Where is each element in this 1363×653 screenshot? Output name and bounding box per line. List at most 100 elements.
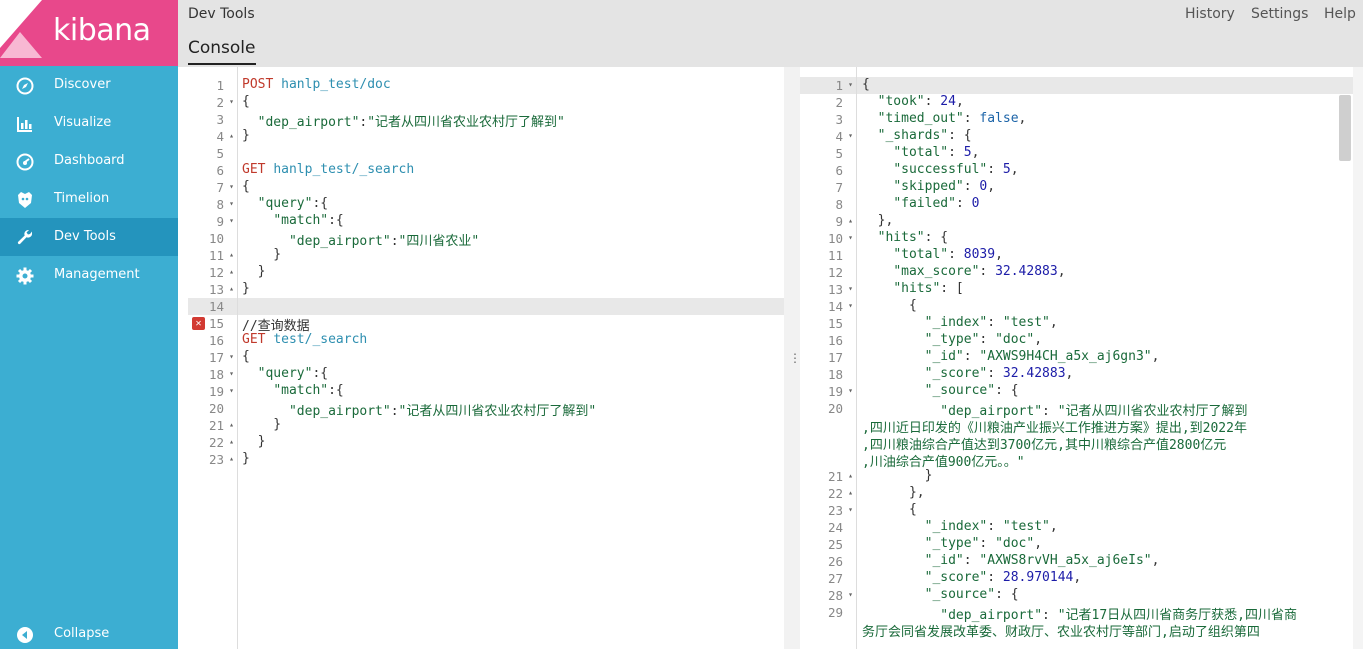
line-number: 2 [216,95,224,110]
code-line[interactable]: } [242,247,281,262]
code-line[interactable]: "match":{ [242,383,344,398]
kibana-logo[interactable]: kibana [0,0,178,66]
code-line[interactable]: { [862,77,870,92]
sidebar-item-discover[interactable]: Discover [0,66,178,104]
code-line[interactable]: } [242,281,250,296]
code-line[interactable]: POST hanlp_test/doc [242,77,391,92]
code-line[interactable]: "_shards": { [862,128,972,143]
fold-open-icon[interactable]: ▾ [848,505,853,514]
code-line[interactable]: "hits": [ [862,281,963,296]
code-line[interactable]: "total": 8039, [862,247,1003,262]
fold-open-icon[interactable]: ▾ [848,233,853,242]
scrollbar-thumb[interactable] [1339,95,1351,161]
sidebar-item-visualize[interactable]: Visualize [0,104,178,142]
fold-close-icon[interactable]: ▴ [229,454,234,463]
code-line[interactable]: "match":{ [242,213,343,228]
code-line[interactable]: GET hanlp_test/_search [242,162,414,177]
code-line[interactable]: "_source": { [862,587,1019,602]
code-line[interactable]: "_id": "AXWS8rvVH_a5x_aj6eIs", [862,553,1160,568]
code-line[interactable]: "failed": 0 [862,196,979,211]
code-line[interactable]: }, [862,485,925,500]
fold-open-icon[interactable]: ▾ [848,131,853,140]
code-line[interactable]: } [242,417,281,432]
fold-close-icon[interactable]: ▴ [848,488,853,497]
code-token: :{ [328,383,344,398]
code-line[interactable]: "timed_out": false, [862,111,1027,126]
fold-close-icon[interactable]: ▴ [229,250,234,259]
sidebar-item-dashboard[interactable]: Dashboard [0,142,178,180]
line-number: 20 [208,401,224,416]
code-line[interactable]: } [242,451,250,466]
tab-console[interactable]: Console [188,38,256,65]
code-line[interactable]: "_type": "doc", [862,332,1042,347]
request-editor[interactable]: 1 2 ▾ 3 4 ▴ 5 6 7 ▾ 8 ▾ 9 ▾ 10 11 ▴ 12 ▴ 13 ▴ 14 15 ✕ 16 17 ▾ 18 ▾ 19… [188,67,784,649]
response-viewer[interactable]: 1 ▾ 2 3 4 ▾ 5 6 7 8 9 ▴ 10 ▾ 11 12 13 ▾ 14 ▾ 15 16 17 18 19 ▾ 20 21… [800,67,1353,649]
code-line[interactable]: } [242,128,250,143]
fold-close-icon[interactable]: ▴ [848,471,853,480]
code-line[interactable]: "_score": 28.970144, [862,570,1082,585]
code-line[interactable]: GET test/_search [242,332,367,347]
code-line[interactable]: "max_score": 32.42883, [862,264,1065,279]
fold-close-icon[interactable]: ▴ [229,420,234,429]
fold-open-icon[interactable]: ▾ [229,182,234,191]
fold-close-icon[interactable]: ▴ [848,216,853,225]
sidebar-item-label: Visualize [54,115,112,130]
code-line[interactable]: { [862,298,917,313]
sidebar-item-timelion[interactable]: Timelion [0,180,178,218]
fold-open-icon[interactable]: ▾ [229,97,234,106]
code-line[interactable]: "dep_airport":"记者从四川省农业农村厅了解到" [242,400,596,419]
code-line[interactable]: { [242,349,250,364]
fold-open-icon[interactable]: ▾ [848,80,853,89]
fold-open-icon[interactable]: ▾ [848,301,853,310]
code-token: :{ [312,196,329,211]
code-line[interactable]: "_score": 32.42883, [862,366,1074,381]
code-token: { [242,179,250,194]
code-line[interactable]: { [242,94,250,109]
line-number: 9 [835,214,843,229]
code-line[interactable]: { [862,502,917,517]
code-line[interactable]: }, [862,213,894,228]
fold-open-icon[interactable]: ▾ [848,386,853,395]
code-line[interactable]: } [862,468,933,483]
code-line[interactable]: } [242,434,266,449]
fold-close-icon[interactable]: ▴ [229,267,234,276]
code-line[interactable]: } [242,264,266,279]
response-scrollbar[interactable] [1353,67,1363,649]
fold-open-icon[interactable]: ▾ [848,284,853,293]
error-icon[interactable]: ✕ [192,317,205,330]
fold-open-icon[interactable]: ▾ [229,369,234,378]
code-line[interactable]: "dep_airport":"记者从四川省农业农村厅了解到" [242,111,565,130]
code-line[interactable]: "_index": "test", [862,519,1058,534]
code-line[interactable]: "query":{ [242,196,328,211]
code-line[interactable]: 务厅会同省发展改革委、财政厅、农业农村厅等部门,启动了组织第四 [862,621,1260,640]
fold-open-icon[interactable]: ▾ [229,352,234,361]
settings-link[interactable]: Settings [1251,6,1308,22]
history-link[interactable]: History [1185,6,1235,22]
code-line[interactable]: "hits": { [862,230,948,245]
code-line[interactable]: "_source": { [862,383,1019,398]
fold-open-icon[interactable]: ▾ [229,386,234,395]
pane-resizer[interactable]: ⋮ [784,67,801,649]
help-link[interactable]: Help [1324,6,1356,22]
line-number: 5 [835,146,843,161]
fold-open-icon[interactable]: ▾ [229,216,234,225]
code-line[interactable]: { [242,179,250,194]
fold-open-icon[interactable]: ▾ [229,199,234,208]
code-line[interactable]: "_index": "test", [862,315,1058,330]
code-line[interactable]: "total": 5, [862,145,979,160]
code-line[interactable]: "skipped": 0, [862,179,995,194]
code-token: "_score" [924,570,988,585]
collapse-button[interactable]: Collapse [0,615,178,653]
fold-close-icon[interactable]: ▴ [229,437,234,446]
code-line[interactable]: "successful": 5, [862,162,1018,177]
code-line[interactable]: "took": 24, [862,94,964,109]
fold-open-icon[interactable]: ▾ [848,590,853,599]
fold-close-icon[interactable]: ▴ [229,284,234,293]
fold-close-icon[interactable]: ▴ [229,131,234,140]
sidebar-item-management[interactable]: Management [0,256,178,294]
code-line[interactable]: "query":{ [242,366,328,381]
sidebar-item-dev-tools[interactable]: Dev Tools [0,218,178,256]
code-line[interactable]: "_id": "AXWS9H4CH_a5x_aj6gn3", [862,349,1160,364]
code-line[interactable]: "_type": "doc", [862,536,1042,551]
code-token: } [242,128,250,143]
